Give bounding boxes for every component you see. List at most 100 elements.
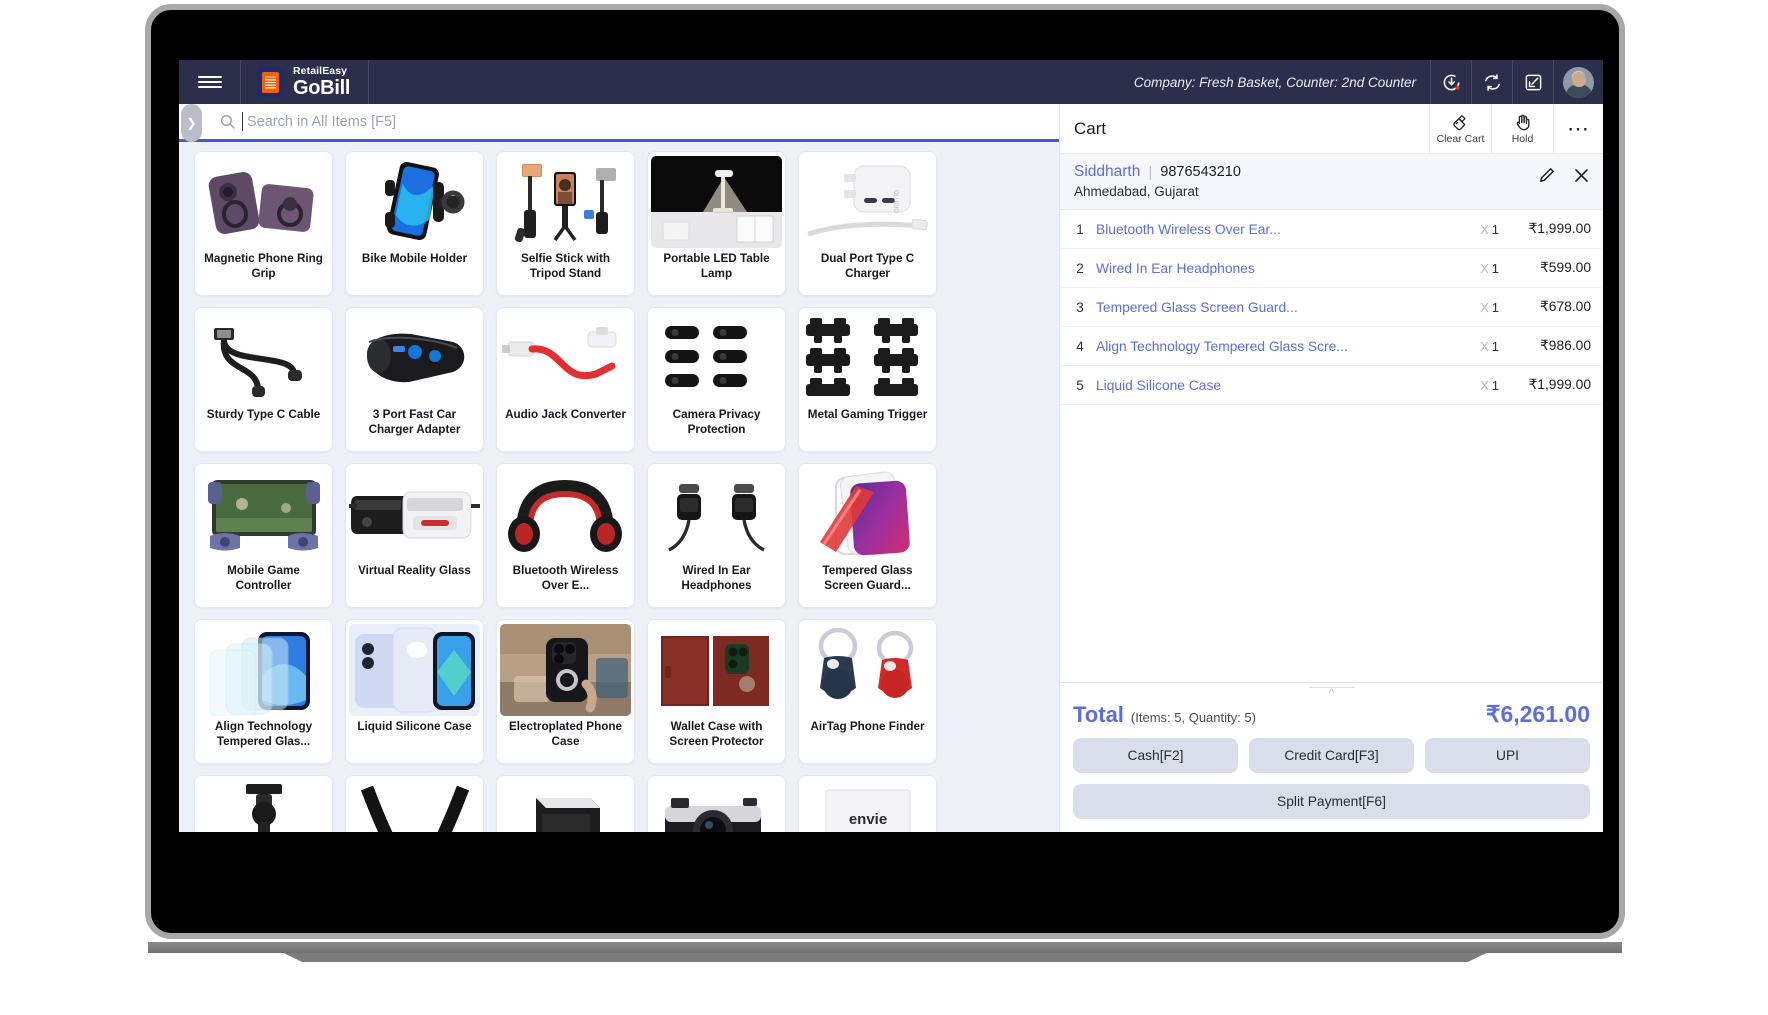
credit-card-payment-button[interactable]: Credit Card[F3] bbox=[1249, 738, 1414, 773]
cart-item-index: 4 bbox=[1076, 338, 1084, 354]
product-tile[interactable]: 3 Port Fast Car Charger Adapter bbox=[345, 307, 484, 452]
product-tile[interactable]: Magnetic Phone Ring Grip bbox=[194, 151, 333, 296]
product-tile[interactable]: Camera Privacy Protection bbox=[647, 307, 786, 452]
cart-item-row[interactable]: 3 Tempered Glass Screen Guard... X 1 ₹678.00 bbox=[1060, 288, 1603, 327]
cash-payment-button[interactable]: Cash[F2] bbox=[1073, 738, 1238, 773]
cart-item-row[interactable]: 2 Wired In Ear Headphones X 1 ₹599.00 bbox=[1060, 249, 1603, 288]
product-tile[interactable]: Tempered Glass Screen Guard... bbox=[798, 463, 937, 608]
cart-item-qty[interactable]: X1 bbox=[1453, 222, 1499, 237]
product-name: Audio Jack Converter bbox=[505, 408, 626, 421]
laptop-frame: RetailEasy GoBill Company: Fresh Basket,… bbox=[145, 4, 1625, 939]
brand-name-gobill: GoBill bbox=[293, 76, 351, 99]
customer-separator: | bbox=[1148, 163, 1153, 181]
top-navigation-bar: RetailEasy GoBill Company: Fresh Basket,… bbox=[179, 60, 1603, 104]
product-name: 3 Port Fast Car Charger Adapter bbox=[368, 408, 461, 436]
product-tile[interactable]: Portable LED Table Lamp bbox=[647, 151, 786, 296]
hold-label: Hold bbox=[1511, 132, 1534, 145]
app-logo: RetailEasy GoBill bbox=[241, 60, 370, 104]
avatar[interactable] bbox=[1553, 60, 1603, 104]
product-image bbox=[802, 312, 933, 404]
cart-item-name[interactable]: Align Technology Tempered Glass Scre... bbox=[1090, 339, 1453, 354]
product-name: Electroplated Phone Case bbox=[508, 720, 622, 748]
customer-info: Siddharth | 9876543210 Ahmedabad, Gujara… bbox=[1060, 154, 1603, 210]
chevron-up-icon[interactable]: ^ bbox=[1308, 687, 1355, 699]
total-meta: (Items: 5, Quantity: 5) bbox=[1130, 710, 1256, 725]
product-tile[interactable] bbox=[194, 775, 333, 832]
collapse-screen-icon[interactable] bbox=[1512, 60, 1553, 104]
pending-download-icon[interactable] bbox=[1430, 60, 1471, 104]
product-name: AirTag Phone Finder bbox=[810, 720, 925, 733]
product-image bbox=[198, 780, 329, 832]
product-tile[interactable] bbox=[647, 775, 786, 832]
product-tile[interactable]: Bike Mobile Holder bbox=[345, 151, 484, 296]
cart-item-row[interactable]: 4 Align Technology Tempered Glass Scre...… bbox=[1060, 327, 1603, 366]
cart-item-price: ₹1,999.00 bbox=[1528, 377, 1591, 392]
cart-item-qty[interactable]: X1 bbox=[1453, 339, 1499, 354]
product-grid-scroll[interactable]: Magnetic Phone Ring Grip Bike Mobile Hol… bbox=[179, 142, 1059, 832]
product-name: Dual Port Type C Charger bbox=[820, 252, 915, 280]
product-tile[interactable]: envie Beauty bbox=[798, 775, 937, 832]
cart-header: Cart Clear Cart Hold ⋯ bbox=[1060, 104, 1603, 154]
cart-item-row[interactable]: 5 Liquid Silicone Case X 1 ₹1,999.00 bbox=[1060, 366, 1603, 405]
chevron-right-icon[interactable]: ❯ bbox=[181, 104, 202, 142]
product-tile[interactable]: Wired In Ear Headphones bbox=[647, 463, 786, 608]
cart-item-qty[interactable]: X1 bbox=[1453, 261, 1499, 276]
cart-items-list[interactable]: 1 Bluetooth Wireless Over Ear... X 1 ₹1,999.… bbox=[1060, 210, 1603, 682]
hold-button[interactable]: Hold bbox=[1491, 104, 1553, 153]
search-input[interactable] bbox=[242, 112, 1059, 131]
product-tile[interactable]: Wallet Case with Screen Protector bbox=[647, 619, 786, 764]
product-tile[interactable]: Selfie Stick with Tripod Stand bbox=[496, 151, 635, 296]
more-dots-icon[interactable]: ⋯ bbox=[1553, 104, 1603, 153]
product-tile[interactable]: OLUDIO Dual Port Type C Charger bbox=[798, 151, 937, 296]
customer-name[interactable]: Siddharth bbox=[1074, 163, 1140, 181]
product-image bbox=[198, 312, 329, 404]
product-image bbox=[500, 468, 631, 560]
product-tile[interactable]: Align Technology Tempered Glas... bbox=[194, 619, 333, 764]
product-image bbox=[500, 624, 631, 716]
app-screen: RetailEasy GoBill Company: Fresh Basket,… bbox=[179, 60, 1603, 832]
product-tile[interactable]: Metal Gaming Trigger bbox=[798, 307, 937, 452]
product-tile[interactable]: Audio Jack Converter bbox=[496, 307, 635, 452]
cart-item-name[interactable]: Wired In Ear Headphones bbox=[1090, 261, 1453, 276]
product-image bbox=[651, 312, 782, 404]
product-tile[interactable]: Sturdy Type C Cable bbox=[194, 307, 333, 452]
cart-item-qty[interactable]: X1 bbox=[1453, 378, 1499, 393]
broom-icon bbox=[1452, 114, 1466, 130]
pencil-icon[interactable] bbox=[1537, 166, 1556, 185]
product-image bbox=[500, 156, 631, 248]
brand-name-retaileasy: RetailEasy bbox=[293, 65, 348, 78]
product-name: Virtual Reality Glass bbox=[358, 564, 471, 577]
product-name: Wallet Case with Screen Protector bbox=[669, 720, 764, 748]
product-tile[interactable] bbox=[496, 775, 635, 832]
cart-item-name[interactable]: Bluetooth Wireless Over Ear... bbox=[1090, 222, 1453, 237]
product-name: Wired In Ear Headphones bbox=[681, 564, 752, 592]
hamburger-icon[interactable] bbox=[179, 60, 241, 104]
product-tile[interactable]: AirTag Phone Finder bbox=[798, 619, 937, 764]
sync-refresh-icon[interactable] bbox=[1471, 60, 1512, 104]
product-name: Magnetic Phone Ring Grip bbox=[204, 252, 323, 280]
product-tile[interactable]: Electroplated Phone Case bbox=[496, 619, 635, 764]
cart-item-price: ₹1,999.00 bbox=[1528, 221, 1591, 236]
product-image bbox=[349, 312, 480, 404]
cart-item-price: ₹678.00 bbox=[1540, 299, 1591, 314]
product-tile[interactable]: Bluetooth Wireless Over E... bbox=[496, 463, 635, 608]
upi-payment-button[interactable]: UPI bbox=[1425, 738, 1590, 773]
product-tile[interactable]: Mobile Game Controller bbox=[194, 463, 333, 608]
clear-cart-button[interactable]: Clear Cart bbox=[1429, 104, 1491, 153]
product-tile[interactable] bbox=[345, 775, 484, 832]
cart-item-qty[interactable]: X1 bbox=[1453, 300, 1499, 315]
cart-pane: Cart Clear Cart Hold ⋯ Siddharth | 98765… bbox=[1059, 104, 1603, 832]
product-tile[interactable]: Virtual Reality Glass bbox=[345, 463, 484, 608]
product-tile[interactable]: Liquid Silicone Case bbox=[345, 619, 484, 764]
product-name: Mobile Game Controller bbox=[227, 564, 300, 592]
split-payment-button[interactable]: Split Payment[F6] bbox=[1073, 784, 1590, 819]
product-image bbox=[500, 312, 631, 404]
cart-item-row[interactable]: 1 Bluetooth Wireless Over Ear... X 1 ₹1,999.… bbox=[1060, 210, 1603, 249]
product-image: OLUDIO bbox=[802, 156, 933, 248]
customer-phone: 9876543210 bbox=[1160, 164, 1241, 180]
cart-item-name[interactable]: Tempered Glass Screen Guard... bbox=[1090, 300, 1453, 315]
product-name: Align Technology Tempered Glas... bbox=[214, 720, 313, 748]
cart-item-name[interactable]: Liquid Silicone Case bbox=[1090, 378, 1453, 393]
close-icon[interactable] bbox=[1572, 166, 1591, 185]
